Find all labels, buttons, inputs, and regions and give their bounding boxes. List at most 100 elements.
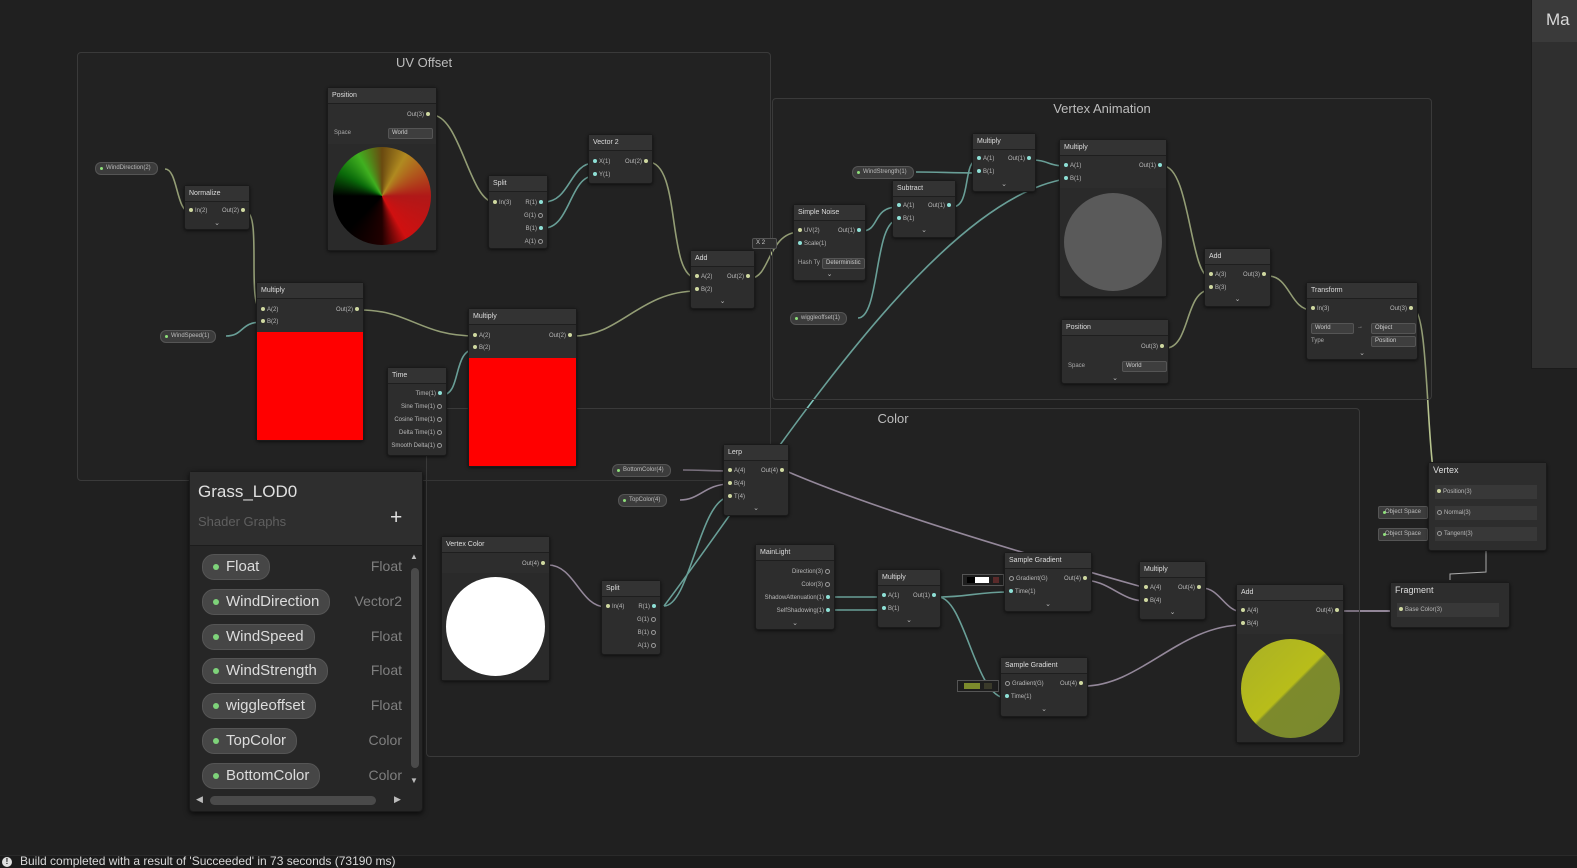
- input-port-uv[interactable]: UV(2): [796, 228, 820, 234]
- mainlight-node[interactable]: MainLight Direction(3) Color(3) ShadowAt…: [755, 544, 835, 630]
- sample-gradient-node-1[interactable]: Sample Gradient Gradient(G) Time(1) Out(…: [1004, 552, 1092, 612]
- input-port-b[interactable]: B(1): [895, 216, 914, 222]
- input-port-y[interactable]: Y(1): [591, 172, 610, 178]
- collapse-chevron-icon[interactable]: ⌄: [794, 270, 865, 278]
- output-port[interactable]: Out(3): [407, 112, 432, 118]
- property-pill[interactable]: WindSpeed: [202, 623, 315, 650]
- input-port-b[interactable]: B(1): [880, 606, 899, 612]
- position-node-va[interactable]: Position Out(3) Space World ⌄: [1061, 319, 1169, 384]
- input-port-a[interactable]: A(1): [1062, 163, 1081, 169]
- add-node-color[interactable]: Add A(4) B(4) Out(4): [1236, 584, 1344, 743]
- hash-type-dropdown[interactable]: Deterministic: [822, 258, 865, 269]
- input-port[interactable]: In(3): [1309, 306, 1329, 312]
- output-port-r[interactable]: R(1): [525, 200, 545, 206]
- input-port-position[interactable]: Position(3): [1435, 485, 1537, 499]
- scroll-down-arrow-icon[interactable]: ▼: [410, 776, 418, 785]
- input-port[interactable]: In(4): [604, 604, 624, 610]
- lerp-node[interactable]: Lerp A(4) B(4) T(4) Out(4) ⌄: [723, 444, 789, 516]
- output-port-selfshadow[interactable]: SelfShadowing(1): [777, 608, 832, 614]
- output-port-g[interactable]: G(1): [637, 617, 658, 623]
- output-port-sine[interactable]: Sine Time(1): [401, 404, 444, 410]
- input-port-a[interactable]: A(4): [726, 468, 745, 474]
- gradient-swatch-bw[interactable]: [962, 574, 1004, 586]
- output-port[interactable]: Out(1): [913, 593, 938, 599]
- type-dropdown[interactable]: Position: [1371, 336, 1416, 347]
- collapse-chevron-icon[interactable]: ⌄: [1205, 295, 1270, 303]
- blackboard-vertical-scrollbar[interactable]: ▲ ▼: [410, 552, 419, 785]
- input-port[interactable]: In(3): [491, 200, 511, 206]
- output-port[interactable]: Out(1): [838, 228, 863, 234]
- input-port-time[interactable]: Time(1): [1003, 694, 1031, 700]
- split-node-color[interactable]: Split In(4) R(1) G(1) B(1) A(1): [601, 580, 661, 655]
- input-port-a[interactable]: A(4): [1142, 585, 1161, 591]
- property-pill[interactable]: BottomColor: [202, 762, 321, 789]
- output-port[interactable]: Out(3): [1243, 272, 1268, 278]
- blackboard-panel[interactable]: Grass_LOD0 Shader Graphs + Float Float Win…: [189, 471, 423, 812]
- input-port-time[interactable]: Time(1): [1007, 589, 1035, 595]
- collapse-chevron-icon[interactable]: ⌄: [756, 619, 834, 627]
- input-port-b[interactable]: B(2): [693, 287, 712, 293]
- input-port-t[interactable]: T(4): [726, 494, 745, 500]
- multiply-node-uv1[interactable]: Multiply A(2) B(2) Out(2): [256, 282, 364, 441]
- output-port[interactable]: Out(3): [1390, 306, 1415, 312]
- subtract-node[interactable]: Subtract A(1) B(1) Out(1) ⌄: [892, 180, 956, 238]
- output-port[interactable]: Out(1): [1008, 156, 1033, 162]
- simple-noise-node[interactable]: Simple Noise UV(2) Scale(1) Out(1) Hash …: [793, 204, 866, 281]
- output-port[interactable]: Out(2): [727, 274, 752, 280]
- scrollbar-thumb[interactable]: [411, 568, 419, 768]
- input-port-gradient[interactable]: Gradient(G): [1007, 576, 1048, 582]
- property-node-windstrength[interactable]: WindStrength(1): [852, 166, 914, 179]
- vector2-node[interactable]: Vector 2 X(1) Y(1) Out(2): [588, 134, 653, 184]
- multiply-node-uv2[interactable]: Multiply A(2) B(2) Out(2): [468, 308, 577, 467]
- input-port-a[interactable]: A(2): [471, 333, 490, 339]
- master-preview-panel[interactable]: Ma: [1531, 0, 1577, 369]
- multiply-node-va1[interactable]: Multiply A(1) B(1) Out(1) ⌄: [972, 133, 1036, 192]
- collapse-chevron-icon[interactable]: ⌄: [893, 226, 955, 234]
- input-port-x[interactable]: X(1): [591, 159, 610, 165]
- input-port-scale[interactable]: Scale(1): [796, 241, 826, 247]
- blackboard-horizontal-scrollbar[interactable]: ◀ ▶: [194, 794, 404, 805]
- add-property-icon[interactable]: +: [390, 506, 402, 530]
- output-port[interactable]: Out(4): [1060, 681, 1085, 687]
- property-node-winddirection[interactable]: WindDirection(2): [95, 162, 158, 175]
- object-space-tangent-slot[interactable]: Object Space: [1378, 528, 1429, 541]
- output-port[interactable]: Out(3): [1141, 344, 1166, 350]
- output-port[interactable]: Out(4): [761, 468, 786, 474]
- input-port-a[interactable]: A(2): [259, 307, 278, 313]
- vertex-color-node[interactable]: Vertex Color Out(4): [441, 536, 550, 681]
- output-port[interactable]: Out(2): [625, 159, 650, 165]
- input-port-b[interactable]: B(4): [726, 481, 745, 487]
- collapse-chevron-icon[interactable]: ⌄: [185, 219, 249, 227]
- time-node[interactable]: Time Time(1) Sine Time(1) Cosine Time(1)…: [387, 367, 447, 456]
- graph-canvas[interactable]: UV Offset Vertex Animation Color WindDir…: [0, 0, 1577, 855]
- output-port-color[interactable]: Color(3): [801, 582, 832, 588]
- input-port[interactable]: In(2): [187, 208, 207, 214]
- output-port[interactable]: Out(2): [336, 307, 361, 313]
- output-port-r[interactable]: R(1): [638, 604, 658, 610]
- output-port[interactable]: Out(4): [1178, 585, 1203, 591]
- input-port-a[interactable]: A(1): [880, 593, 899, 599]
- input-port-b[interactable]: B(2): [471, 345, 490, 351]
- blackboard-property-row[interactable]: WindDirection Vector2: [202, 588, 402, 615]
- input-port-a[interactable]: A(4): [1239, 608, 1258, 614]
- output-port-direction[interactable]: Direction(3): [792, 569, 832, 575]
- output-port-a[interactable]: A(1): [525, 239, 545, 245]
- property-pill[interactable]: TopColor: [202, 728, 298, 754]
- property-pill[interactable]: Float: [202, 554, 271, 580]
- multiply-node-c1[interactable]: Multiply A(1) B(1) Out(1) ⌄: [877, 569, 941, 628]
- collapse-chevron-icon[interactable]: ⌄: [1140, 608, 1205, 616]
- space-dropdown[interactable]: World: [1122, 361, 1167, 372]
- blackboard-property-row[interactable]: TopColor Color: [202, 728, 402, 754]
- transform-node[interactable]: Transform In(3) Out(3) World → Object Ty…: [1306, 282, 1418, 360]
- split-node-uv[interactable]: Split In(3) R(1) G(1) B(1) A(1): [488, 175, 548, 249]
- multiply-node-c2[interactable]: Multiply A(4) B(4) Out(4) ⌄: [1139, 561, 1206, 620]
- collapse-chevron-icon[interactable]: ⌄: [878, 616, 940, 624]
- output-port-a[interactable]: A(1): [638, 643, 658, 649]
- output-port-smooth[interactable]: Smooth Delta(1): [391, 443, 444, 449]
- fragment-master-block[interactable]: Fragment Base Color(3): [1390, 582, 1510, 628]
- output-port[interactable]: Out(4): [1316, 608, 1341, 614]
- scroll-right-arrow-icon[interactable]: ▶: [394, 794, 401, 805]
- output-port-g[interactable]: G(1): [524, 213, 545, 219]
- vertex-master-block[interactable]: Vertex Position(3) Normal(3) Tangent(3): [1428, 462, 1547, 551]
- property-node-topcolor[interactable]: TopColor(4): [618, 494, 668, 507]
